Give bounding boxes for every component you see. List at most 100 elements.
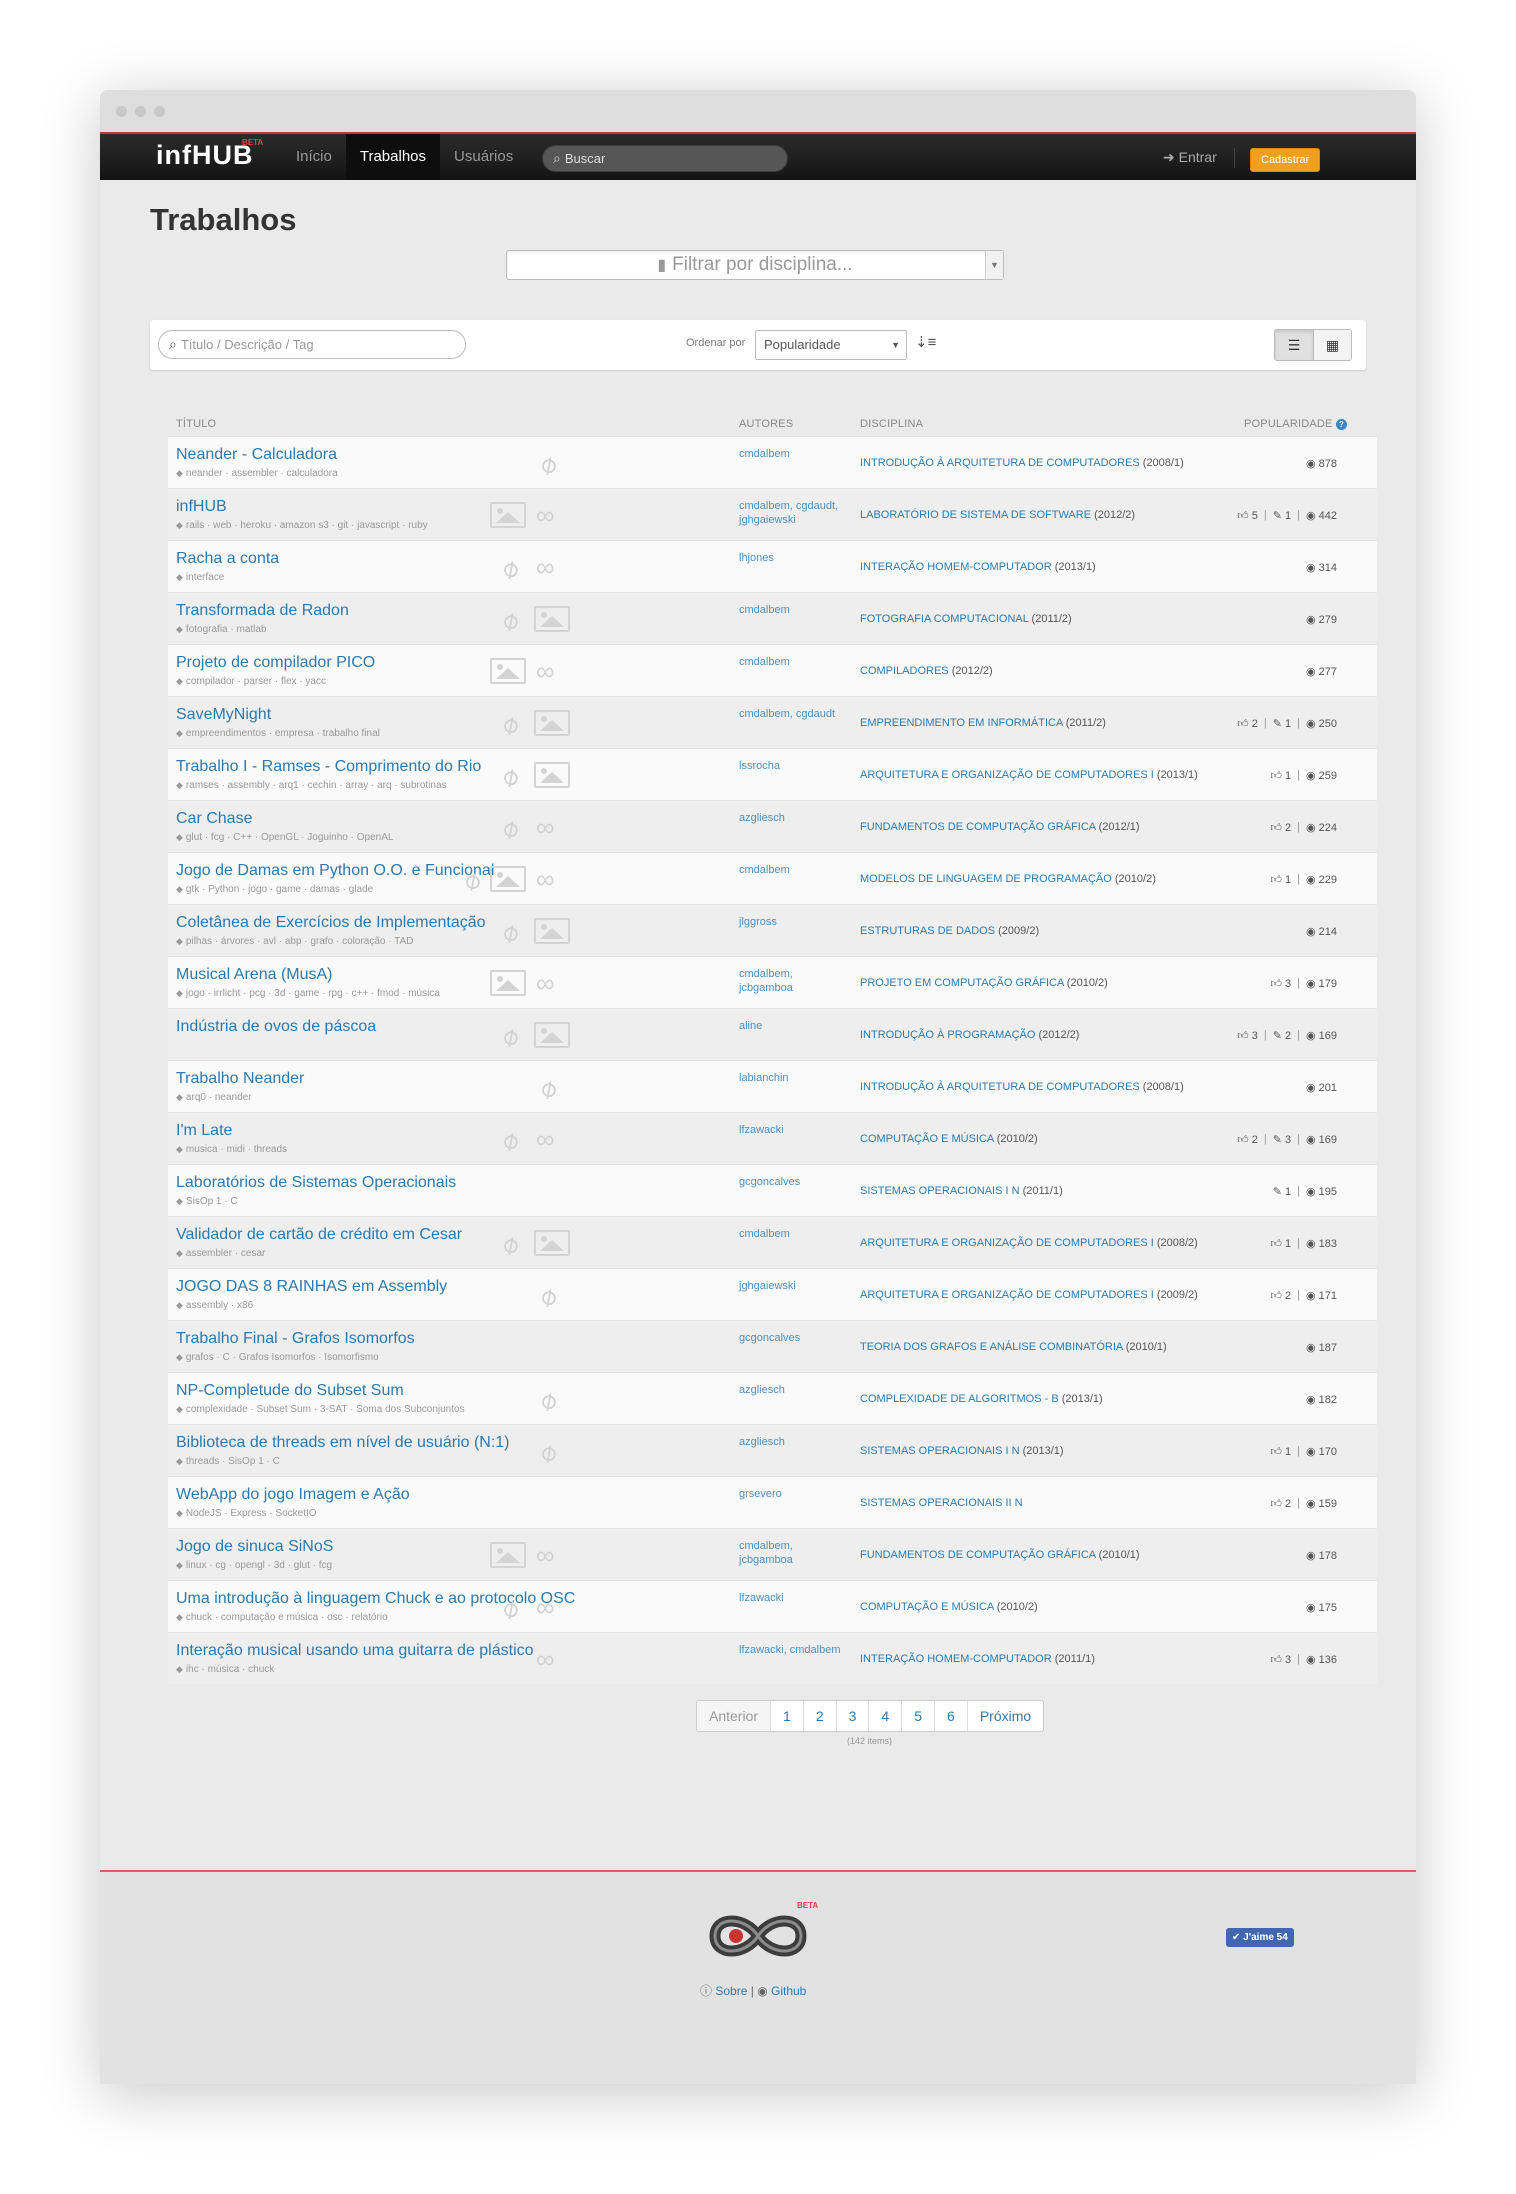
work-row[interactable]: Interação musical usando uma guitarra de… (168, 1632, 1377, 1684)
work-authors[interactable]: cmdalbem (739, 447, 849, 461)
work-title-link[interactable]: Biblioteca de threads em nível de usuári… (176, 1434, 510, 1452)
work-row[interactable]: Trabalho Final - Grafos Isomorfos ◆ grafos… (168, 1320, 1377, 1372)
work-authors[interactable]: jghgaiewski (739, 1279, 849, 1293)
work-authors[interactable]: cmdalbem (739, 1227, 849, 1241)
work-authors[interactable]: jlggross (739, 915, 849, 929)
work-row[interactable]: Projeto de compilador PICO ◆ compilador · … (168, 644, 1377, 696)
window-dot[interactable] (154, 105, 165, 117)
discipline-filter-select[interactable]: ▮ Filtrar por disciplina... ▼ (506, 250, 1004, 280)
work-authors[interactable]: cmdalbem (739, 603, 849, 617)
work-title-link[interactable]: Trabalho I - Ramses - Comprimento do Rio (176, 758, 481, 776)
discipline-link[interactable]: COMPUTAÇÃO E MÚSICA (860, 1133, 994, 1145)
work-authors[interactable]: cmdalbem (739, 655, 849, 669)
work-title-link[interactable]: Projeto de compilador PICO (176, 654, 375, 672)
work-authors[interactable]: lfzawacki (739, 1123, 849, 1137)
pagination-prev[interactable]: Anterior (697, 1701, 771, 1731)
work-row[interactable]: I'm Late ◆ musica · midi · threads ⌀ ∞ lfzawa… (168, 1112, 1377, 1164)
work-row[interactable]: WebApp do jogo Imagem e Ação ◆ NodeJS · Ex… (168, 1476, 1377, 1528)
help-icon[interactable]: ? (1335, 418, 1347, 430)
discipline-link[interactable]: ARQUITETURA E ORGANIZAÇÃO DE COMPUTADORE… (860, 1289, 1154, 1301)
about-link[interactable]: Sobre (715, 1984, 747, 1998)
discipline-link[interactable]: FUNDAMENTOS DE COMPUTAÇÃO GRÁFICA (860, 1549, 1096, 1561)
column-header-discipline[interactable]: Disciplina (860, 418, 923, 430)
work-row[interactable]: Coletânea de Exercícios de Implementação… (168, 904, 1377, 956)
discipline-link[interactable]: ESTRUTURAS DE DADOS (860, 925, 995, 937)
nav-search-box[interactable]: ⌕ (542, 145, 788, 172)
work-row[interactable]: Jogo de sinuca SiNoS ◆ linux · cg · opengl… (168, 1528, 1377, 1580)
pagination-page[interactable]: 3 (835, 1701, 869, 1731)
work-authors[interactable]: lssrocha (739, 759, 849, 773)
discipline-link[interactable]: INTERAÇÃO HOMEM-COMPUTADOR (860, 561, 1052, 573)
pagination-page[interactable]: 6 (934, 1701, 967, 1731)
pagination-page[interactable]: 5 (901, 1701, 934, 1731)
discipline-link[interactable]: SISTEMAS OPERACIONAIS I N (860, 1445, 1020, 1457)
discipline-link[interactable]: INTERAÇÃO HOMEM-COMPUTADOR (860, 1653, 1052, 1665)
nav-search-input[interactable] (564, 151, 765, 166)
work-title-link[interactable]: infHUB (176, 498, 227, 516)
discipline-link[interactable]: SISTEMAS OPERACIONAIS I N (860, 1185, 1020, 1197)
window-dot[interactable] (135, 105, 146, 117)
work-row[interactable]: Trabalho Neander ◆ arq0 · neander ⌀ labianch… (168, 1060, 1377, 1112)
work-title-link[interactable]: Trabalho Neander (176, 1070, 304, 1088)
work-authors[interactable]: gcgoncalves (739, 1175, 849, 1189)
discipline-link[interactable]: FOTOGRAFIA COMPUTACIONAL (860, 613, 1028, 625)
work-authors[interactable]: azgliesch (739, 1383, 849, 1397)
pagination-page[interactable]: 1 (770, 1701, 803, 1731)
work-title-link[interactable]: Jogo de Damas em Python O.O. e Funcional (176, 862, 494, 880)
work-title-link[interactable]: Racha a conta (176, 550, 279, 568)
discipline-link[interactable]: INTRODUÇÃO À ARQUITETURA DE COMPUTADORES (860, 457, 1140, 469)
work-authors[interactable]: azgliesch (739, 1435, 849, 1449)
work-authors[interactable]: cmdalbem, jcbgamboa (739, 1539, 849, 1567)
work-authors[interactable]: grsevero (739, 1487, 849, 1501)
discipline-link[interactable]: INTRODUÇÃO À ARQUITETURA DE COMPUTADORES (860, 1081, 1140, 1093)
list-search-box[interactable]: ⌕ (158, 330, 466, 359)
work-title-link[interactable]: Validador de cartão de crédito em Cesar (176, 1226, 462, 1244)
nav-item-usuarios[interactable]: Usuários (440, 134, 527, 180)
work-row[interactable]: Transformada de Radon ◆ fotografia · matla… (168, 592, 1377, 644)
discipline-link[interactable]: ARQUITETURA E ORGANIZAÇÃO DE COMPUTADORE… (860, 769, 1154, 781)
column-header-title[interactable]: Título (176, 418, 216, 430)
infinity-logo-icon[interactable] (703, 1906, 813, 1966)
work-authors[interactable]: cmdalbem (739, 863, 849, 877)
work-row[interactable]: Racha a conta ◆ interface ⌀ ∞ lhjones INTERAÇÃ… (168, 540, 1377, 592)
discipline-link[interactable]: INTRODUÇÃO À PROGRAMAÇÃO (860, 1029, 1035, 1041)
discipline-link[interactable]: LABORATÓRIO DE SISTEMA DE SOFTWARE (860, 509, 1091, 521)
discipline-link[interactable]: ARQUITETURA E ORGANIZAÇÃO DE COMPUTADORE… (860, 1237, 1154, 1249)
work-row[interactable]: Laboratórios de Sistemas Operacionais ◆ Si… (168, 1164, 1377, 1216)
work-title-link[interactable]: Trabalho Final - Grafos Isomorfos (176, 1330, 415, 1348)
work-row[interactable]: Trabalho I - Ramses - Comprimento do Rio… (168, 748, 1377, 800)
signup-button[interactable]: Cadastrar (1250, 148, 1321, 172)
discipline-link[interactable]: COMPLEXIDADE DE ALGORITMOS - B (860, 1393, 1059, 1405)
work-title-link[interactable]: SaveMyNight (176, 706, 271, 724)
sort-direction-icon[interactable]: ⇣≡ (915, 333, 936, 351)
work-authors[interactable]: cmdalbem, cgdaudt (739, 707, 849, 721)
list-search-input[interactable] (180, 337, 441, 352)
work-row[interactable]: Musical Arena (MusA) ◆ jogo · irrlicht · p… (168, 956, 1377, 1008)
work-authors[interactable]: gcgoncalves (739, 1331, 849, 1345)
work-title-link[interactable]: JOGO DAS 8 RAINHAS em Assembly (176, 1278, 447, 1296)
work-title-link[interactable]: Car Chase (176, 810, 252, 828)
pagination-page[interactable]: 2 (802, 1701, 836, 1731)
grid-view-button[interactable]: ▦ (1313, 330, 1351, 360)
brand-logo[interactable]: infHUB (156, 140, 253, 171)
work-title-link[interactable]: Transformada de Radon (176, 602, 349, 620)
work-title-link[interactable]: Interação musical usando uma guitarra de… (176, 1642, 534, 1660)
work-authors[interactable]: azgliesch (739, 811, 849, 825)
facebook-like-button[interactable]: ✔ J'aime 54 (1226, 1928, 1294, 1947)
sort-select[interactable]: Popularidade ▼ (755, 330, 907, 360)
discipline-link[interactable]: EMPREENDIMENTO EM INFORMÁTICA (860, 717, 1063, 729)
column-header-popularity[interactable]: Popularidade ? (1244, 418, 1347, 430)
pagination-page[interactable]: 4 (868, 1701, 901, 1731)
work-authors[interactable]: lhjones (739, 551, 849, 565)
work-title-link[interactable]: I'm Late (176, 1122, 232, 1140)
work-title-link[interactable]: Indústria de ovos de páscoa (176, 1018, 376, 1036)
work-authors[interactable]: cmdalbem, jcbgamboa (739, 967, 849, 995)
work-row[interactable]: Biblioteca de threads em nível de usuári… (168, 1424, 1377, 1476)
pagination-next[interactable]: Próximo (966, 1701, 1043, 1731)
nav-item-trabalhos[interactable]: Trabalhos (345, 134, 441, 180)
work-authors[interactable]: labianchin (739, 1071, 849, 1085)
work-row[interactable]: Neander - Calculadora ◆ neander · assemble… (168, 436, 1377, 488)
work-row[interactable]: Validador de cartão de crédito em Cesar ◆… (168, 1216, 1377, 1268)
discipline-link[interactable]: FUNDAMENTOS DE COMPUTAÇÃO GRÁFICA (860, 821, 1096, 833)
work-title-link[interactable]: NP-Completude do Subset Sum (176, 1382, 404, 1400)
